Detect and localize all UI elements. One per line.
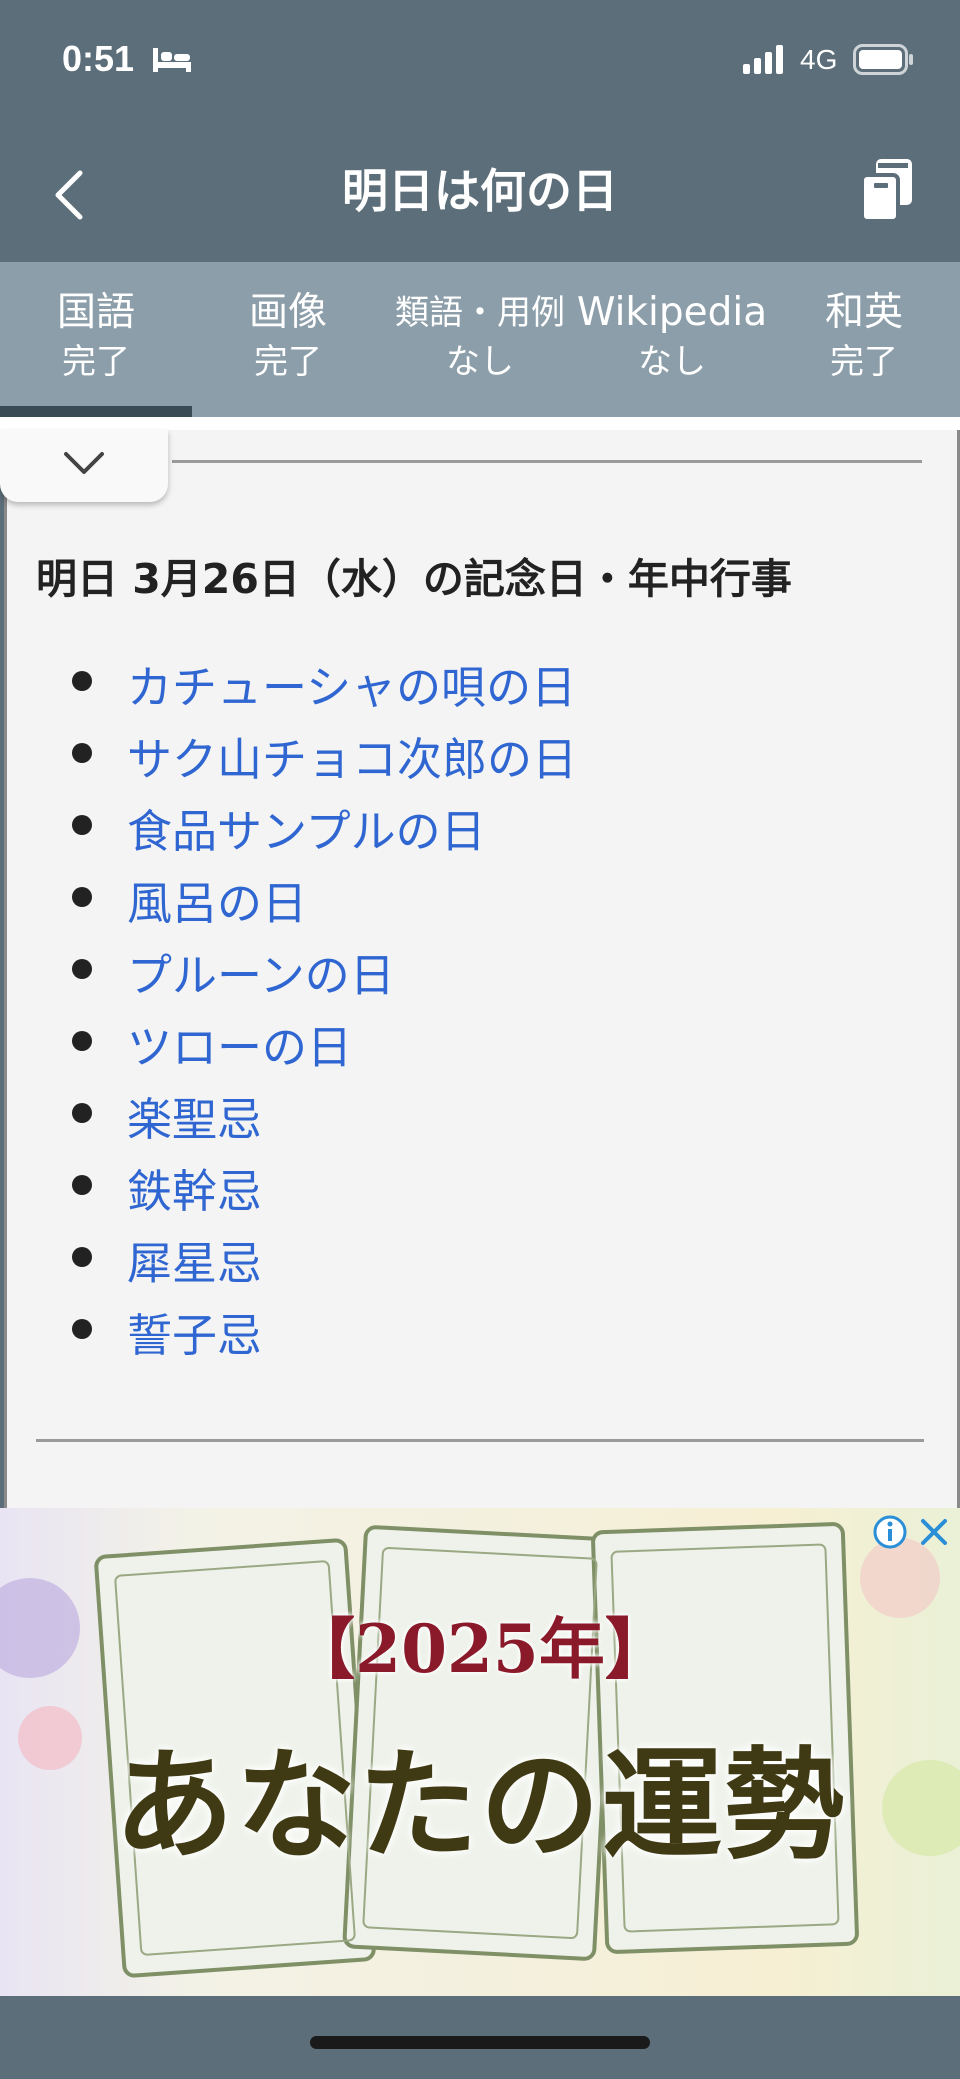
event-link[interactable]: 鉄幹忌 bbox=[127, 1155, 262, 1220]
tab-status: 完了 bbox=[830, 342, 898, 382]
info-icon bbox=[873, 1515, 907, 1549]
event-link[interactable]: 食品サンプルの日 bbox=[127, 795, 486, 860]
network-label: 4G bbox=[800, 44, 838, 75]
bullet bbox=[72, 1175, 92, 1195]
event-list: カチューシャの唄の日 サク山チョコ次郎の日 食品サンプルの日 風呂の日 プルーン… bbox=[0, 645, 940, 1365]
divider bbox=[172, 460, 922, 463]
list-item: 犀星忌 bbox=[0, 1221, 940, 1293]
tab-divider bbox=[0, 417, 960, 430]
tab-japanese-english[interactable]: 和英 完了 bbox=[768, 262, 960, 417]
tab-label: 和英 bbox=[824, 290, 903, 335]
event-link[interactable]: 犀星忌 bbox=[127, 1227, 262, 1292]
list-item: サク山チョコ次郎の日 bbox=[0, 717, 940, 789]
signal-icon bbox=[743, 45, 783, 74]
bullet bbox=[72, 671, 92, 691]
event-link[interactable]: サク山チョコ次郎の日 bbox=[127, 723, 577, 788]
list-item: カチューシャの唄の日 bbox=[0, 645, 940, 717]
tab-image[interactable]: 画像 完了 bbox=[192, 262, 384, 417]
tab-label: 類語・用例 bbox=[395, 293, 565, 333]
ad-banner[interactable]: 【2025年】 あなたの運勢 bbox=[0, 1508, 960, 1996]
ad-close-button[interactable] bbox=[916, 1514, 952, 1550]
chevron-down-icon bbox=[64, 452, 104, 474]
event-link[interactable]: 風呂の日 bbox=[127, 867, 307, 932]
ad-title: あなたの運勢 bbox=[114, 1735, 846, 1876]
tab-status: 完了 bbox=[62, 342, 130, 382]
tab-thesaurus[interactable]: 類語・用例 なし bbox=[384, 262, 576, 417]
tab-label: Wikipedia bbox=[576, 290, 768, 335]
list-item: 鉄幹忌 bbox=[0, 1149, 940, 1221]
home-indicator[interactable] bbox=[310, 2036, 650, 2049]
bullet bbox=[72, 1103, 92, 1123]
bullet bbox=[72, 1031, 92, 1051]
tab-status: なし bbox=[638, 342, 706, 382]
list-item: 風呂の日 bbox=[0, 861, 940, 933]
tab-wikipedia[interactable]: Wikipedia なし bbox=[576, 262, 768, 417]
ad-info-button[interactable] bbox=[872, 1514, 908, 1550]
copy-icon bbox=[860, 159, 912, 223]
tab-bar: 国語 完了 画像 完了 類語・用例 なし Wikipedia なし 和英 完了 bbox=[0, 262, 960, 417]
event-link[interactable]: カチューシャの唄の日 bbox=[127, 651, 576, 716]
bed-icon bbox=[153, 48, 191, 72]
nav-bar: 明日は何の日 bbox=[0, 125, 960, 262]
status-time: 0:51 bbox=[62, 38, 135, 79]
tab-status: なし bbox=[446, 342, 514, 382]
list-item: 楽聖忌 bbox=[0, 1077, 940, 1149]
collapse-button[interactable] bbox=[0, 430, 168, 502]
active-tab-indicator bbox=[0, 406, 192, 417]
list-item: 食品サンプルの日 bbox=[0, 789, 940, 861]
tab-status: 完了 bbox=[254, 342, 322, 382]
tab-kokugo[interactable]: 国語 完了 bbox=[0, 262, 192, 417]
bullet bbox=[72, 887, 92, 907]
list-item: ツローの日 bbox=[0, 1005, 940, 1077]
copy-button[interactable] bbox=[858, 155, 916, 225]
tab-label: 国語 bbox=[56, 290, 135, 335]
battery-icon bbox=[853, 44, 913, 75]
page-title: 明日は何の日 bbox=[342, 164, 618, 218]
status-bar: 0:51 4G bbox=[0, 0, 960, 125]
list-item: 誓子忌 bbox=[0, 1293, 940, 1365]
event-link[interactable]: 楽聖忌 bbox=[127, 1083, 262, 1148]
ad-headline: 【2025年】 bbox=[289, 1610, 671, 1688]
section-heading: 明日 3月26日（水）の記念日・年中行事 bbox=[36, 555, 792, 603]
bullet bbox=[72, 1247, 92, 1267]
bullet bbox=[72, 1319, 92, 1339]
event-link[interactable]: 誓子忌 bbox=[127, 1299, 262, 1364]
event-link[interactable]: ツローの日 bbox=[127, 1011, 352, 1076]
tab-label: 画像 bbox=[248, 290, 327, 335]
divider bbox=[36, 1439, 924, 1442]
bullet bbox=[72, 743, 92, 763]
bullet bbox=[72, 815, 92, 835]
event-link[interactable]: プルーンの日 bbox=[127, 939, 395, 1004]
list-item: プルーンの日 bbox=[0, 933, 940, 1005]
close-icon bbox=[921, 1519, 947, 1545]
bullet bbox=[72, 959, 92, 979]
